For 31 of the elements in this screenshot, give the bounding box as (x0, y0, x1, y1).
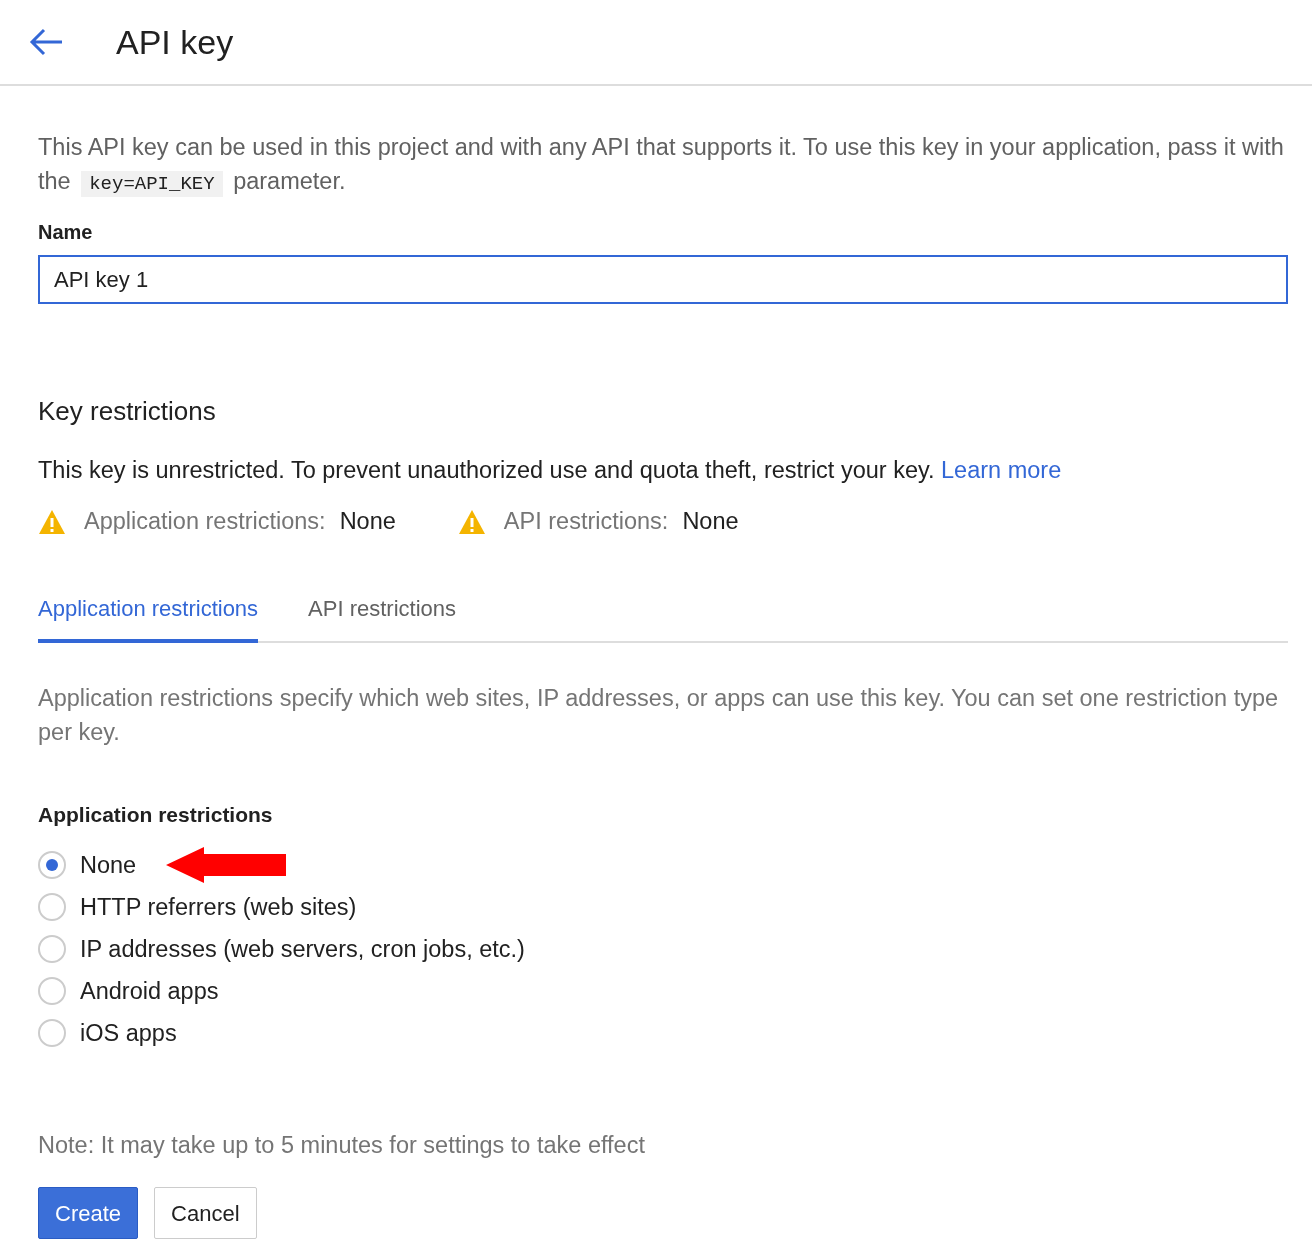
tab[interactable]: Application restrictions (38, 591, 259, 643)
restriction-value: None (682, 507, 739, 537)
section-heading: Key restrictions (38, 396, 217, 428)
unrestricted-text: This key is unrestricted. To prevent unauthorized use and quota theft, restrict your key. Learn more (38, 456, 1063, 486)
radio-label: HTTP referrers (web sites) (80, 892, 357, 922)
tab[interactable]: API restrictions (308, 591, 457, 643)
description-text: This API key can be used in this project and with any API that supports it. To use this key in your application, pass it with the key=API_KEY parameter. (38, 133, 1285, 199)
radio-button[interactable] (38, 851, 66, 880)
cancel-button[interactable]: Cancel (154, 1187, 257, 1240)
restriction-label: API restrictions: (503, 507, 669, 537)
restriction-value: None (339, 507, 396, 537)
tab-description: Application restrictions specify which web sites, IP addresses, or apps can use this key. You can set one restriction type per key. (38, 683, 1280, 747)
radio-button[interactable] (38, 1019, 66, 1048)
radio-button[interactable] (38, 935, 66, 964)
warning-icon (38, 509, 66, 536)
radio-label: iOS apps (80, 1018, 177, 1048)
radio-label: Android apps (80, 976, 219, 1006)
name-input-field[interactable]: API key 1 (38, 255, 1288, 304)
warning-icon (457, 509, 486, 536)
options-heading: Application restrictions (38, 801, 274, 828)
note-text: Note: It may take up to 5 minutes for settings to take effect (38, 1131, 646, 1161)
radio-button[interactable] (38, 893, 66, 922)
back-arrow-icon[interactable] (28, 27, 64, 57)
learn-more-link[interactable]: Learn more (941, 457, 1062, 484)
restriction-label: Application restrictions: (84, 507, 326, 537)
radio-label: IP addresses (web servers, cron jobs, etc.) (80, 934, 525, 964)
radio-label: None (80, 850, 137, 880)
field-label: Name (38, 220, 94, 245)
page-title: API key (116, 21, 234, 63)
create-button[interactable]: Create (38, 1187, 139, 1240)
radio-button[interactable] (38, 977, 66, 1006)
